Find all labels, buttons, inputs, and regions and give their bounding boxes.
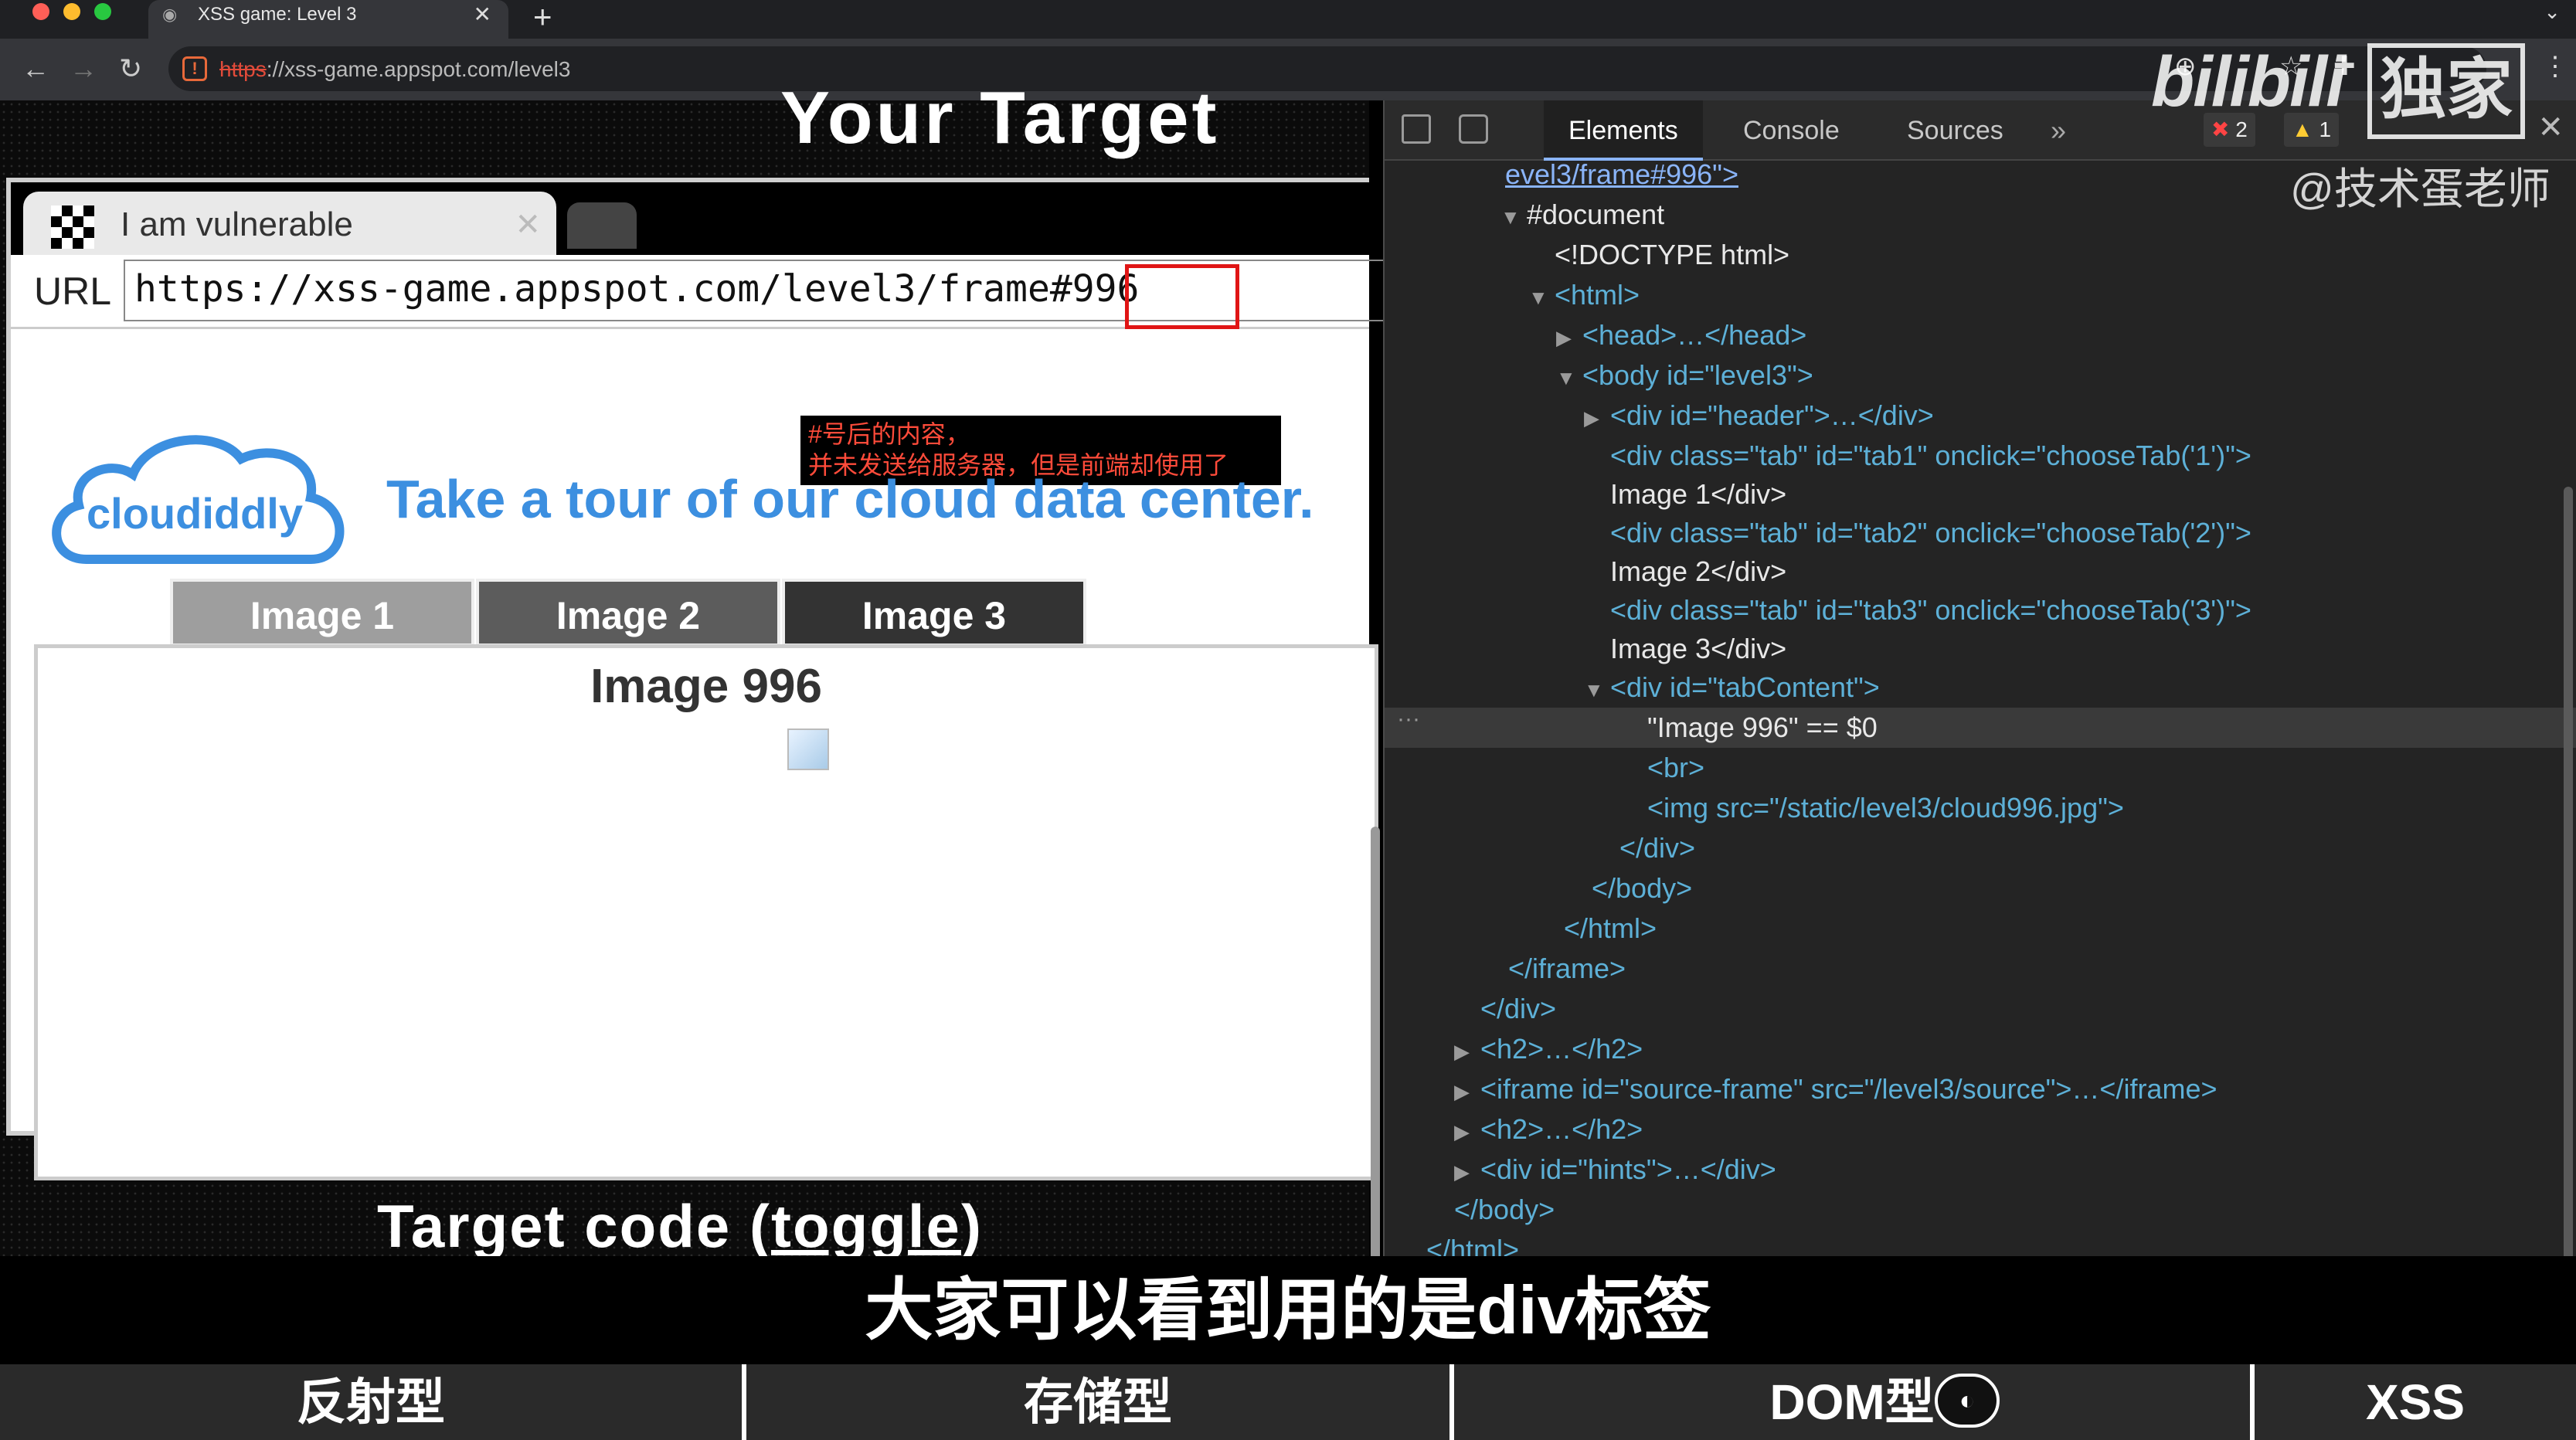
web-page: Your Target I am vulnerable ✕ URL https:… [0,76,1391,1360]
dom-line[interactable]: <div class="tab" id="tab1" onclick="choo… [1385,436,2576,476]
chrome-menu-icon[interactable]: ⋮ [2542,51,2568,82]
tab-sources[interactable]: Sources [1882,100,2028,161]
chapter-xss[interactable]: XSS [2255,1364,2576,1440]
video-subtitle: 大家可以看到用的是div标签 [0,1256,2576,1364]
close-window-button[interactable] [32,3,49,20]
dom-line[interactable]: </div> [1385,828,2576,868]
cloudiddly-logo: cloudiddly [52,435,345,564]
dom-line[interactable]: </body> [1385,868,2576,908]
playback-progress-knob[interactable]: ◐ [1935,1374,2000,1428]
content-title: Image 996 [590,660,822,713]
maximize-window-button[interactable] [94,3,111,20]
back-arrow-icon[interactable]: ← [22,53,49,85]
chapter-stored[interactable]: 存储型 [746,1364,1454,1440]
vulnerable-frame-window: I am vulnerable ✕ URL https://xss-game.a… [6,178,1391,1180]
frame-tab-strip: I am vulnerable ✕ [11,182,1369,255]
frame-tab-close-icon[interactable]: ✕ [515,207,541,243]
dom-line[interactable]: ▼ <html> [1385,275,2576,315]
more-tabs-icon[interactable]: » [2051,114,2066,147]
broken-image-icon [787,728,829,770]
frame-tab-title: I am vulnerable [121,205,353,243]
address-bar[interactable]: ! https://xss-game.appspot.com/level3 [168,46,2486,91]
browser-tab-strip: ◉ XSS game: Level 3 ✕ + ⌄ [0,0,2576,39]
dom-line[interactable]: ▶ <h2>…</h2> [1385,1029,2576,1069]
dom-line[interactable]: ▶ <head>…</head> [1385,315,2576,355]
page-heading: Your Target [780,76,1220,159]
inspect-element-icon[interactable] [1402,114,1431,144]
minimize-window-button[interactable] [63,3,80,20]
frame-tab[interactable]: I am vulnerable ✕ [23,192,556,255]
tab-image-1[interactable]: Image 1 [170,579,474,647]
tab-image-2[interactable]: Image 2 [476,579,780,647]
dom-line[interactable]: </body> [1385,1190,2576,1230]
forward-arrow-icon[interactable]: → [70,53,97,85]
logo-text: cloudiddly [87,489,303,538]
tab-content: Image 996 [34,644,1378,1180]
dom-line[interactable]: <div class="tab" id="tab2" onclick="choo… [1385,513,2576,553]
dom-line[interactable]: Image 1</div> [1385,474,2576,515]
browser-tab-title: XSS game: Level 3 [198,4,357,25]
close-devtools-icon[interactable]: ✕ [2537,110,2564,145]
frame-new-tab[interactable] [567,202,637,249]
frame-url-input[interactable]: https://xss-game.appspot.com/level3/fram… [124,260,1391,329]
bilibili-logo: bilibili [2151,42,2346,121]
close-tab-icon[interactable]: ✕ [474,2,491,27]
dom-line[interactable]: ▼ <div id="tabContent"> [1385,667,2576,708]
dom-line[interactable]: Image 3</div> [1385,629,2576,669]
dom-line[interactable]: Image 2</div> [1385,552,2576,592]
dom-line[interactable]: ▶ <iframe id="source-frame" src="/level3/… [1385,1069,2576,1109]
device-toolbar-icon[interactable] [1459,114,1488,144]
tab-elements[interactable]: Elements [1544,100,1703,161]
chapter-dom[interactable]: DOM型 [1454,1364,2255,1440]
dom-line[interactable]: </iframe> [1385,949,2576,989]
globe-icon: ◉ [162,5,178,24]
chapter-bar: 反射型 存储型 DOM型 XSS [0,1364,2576,1440]
reload-icon[interactable]: ↻ [119,53,142,85]
headline: Take a tour of our cloud data center. [386,469,1314,529]
frame-url-bar: URL https://xss-game.appspot.com/level3/… [11,255,1391,329]
dom-line[interactable]: </html> [1385,1230,2576,1256]
dom-line[interactable]: ▶ <div id="header">…</div> [1385,396,2576,436]
browser-tab-active[interactable]: ◉ XSS game: Level 3 ✕ [148,0,508,39]
url-label: URL [34,270,112,313]
dom-line[interactable]: </div> [1385,989,2576,1029]
dom-line[interactable]: ▶ <h2>…</h2> [1385,1109,2576,1150]
dom-line[interactable]: </html> [1385,908,2576,949]
dom-line[interactable]: <br> [1385,748,2576,788]
not-secure-icon[interactable]: ! [182,56,207,81]
chapter-reflected[interactable]: 反射型 [0,1364,746,1440]
tab-console[interactable]: Console [1718,100,1864,161]
toggle-link[interactable]: toggle [771,1192,961,1260]
exclusive-badge: 独家 [2367,43,2525,139]
target-code-heading: Target code (toggle) [377,1192,983,1260]
new-tab-button[interactable]: + [533,0,552,36]
devtools-panel: Elements Console Sources » ✖ 2 ▲ 1 ✕ eve… [1383,100,2576,1306]
ellipsis-icon[interactable]: ··· [1397,706,1420,732]
tab-image-3[interactable]: Image 3 [782,579,1086,647]
hash-highlight-box [1125,264,1239,329]
dom-line-selected[interactable]: "Image 996" == $0 [1385,708,2576,748]
devtools-scrollbar[interactable] [2564,487,2573,1306]
dom-line[interactable]: <!DOCTYPE html> [1385,235,2576,275]
author-watermark: @技术蛋老师 [2290,165,2551,213]
dom-line[interactable]: <div class="tab" id="tab3" onclick="choo… [1385,590,2576,630]
dom-line[interactable]: ▼ <body id="level3"> [1385,355,2576,396]
checker-logo-icon [51,205,94,249]
frame-url-value: https://xss-game.appspot.com/level3/fram… [134,267,1140,311]
dom-line[interactable]: ▶ <div id="hints">…</div> [1385,1150,2576,1190]
address-bar-url: https://xss-game.appspot.com/level3 [219,57,571,81]
dom-tree: evel3/frame#996"> ▼ #document <!DOCTYPE h… [1385,161,2576,1256]
dom-line[interactable]: <img src="/static/level3/cloud996.jpg"> [1385,788,2576,828]
tab-search-icon[interactable]: ⌄ [2544,0,2561,24]
